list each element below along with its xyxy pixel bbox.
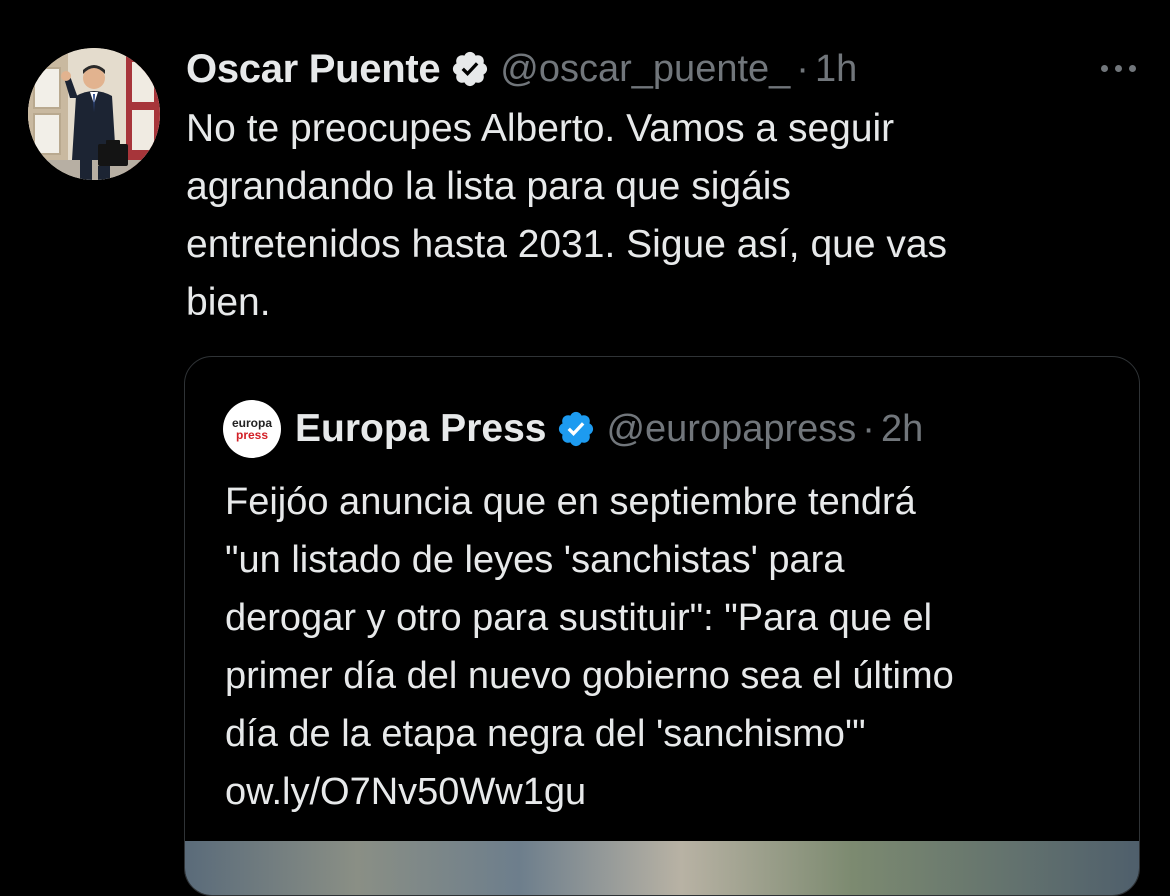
quoted-tweet-text: Feijóo anuncia que en septiembre tendrá … xyxy=(225,481,954,813)
more-dot xyxy=(1128,64,1136,72)
author-name[interactable]: Oscar Puente xyxy=(186,47,441,92)
tweet-timestamp[interactable]: 1h xyxy=(815,48,857,91)
quoted-tweet[interactable]: europa press Europa Press @europapress ·… xyxy=(184,356,1140,896)
more-dot xyxy=(1100,64,1108,72)
tweet-text: No te preocupes Alberto. Vamos a seguir … xyxy=(186,107,948,324)
quoted-tweet-header: europa press Europa Press @europapress ·… xyxy=(223,400,923,458)
author-avatar[interactable] xyxy=(28,48,160,180)
quoted-media-image[interactable] xyxy=(185,841,1139,895)
quoted-author-name[interactable]: Europa Press xyxy=(295,407,546,451)
separator-dot: · xyxy=(862,407,875,450)
tweet-header: Oscar Puente @oscar_puente_ · 1h xyxy=(186,44,857,94)
verified-badge-icon xyxy=(450,49,490,89)
europa-press-logo-icon[interactable]: europa press xyxy=(223,400,281,458)
quoted-author-handle[interactable]: @europapress xyxy=(606,408,856,451)
author-handle[interactable]: @oscar_puente_ xyxy=(500,48,790,91)
more-options-icon[interactable] xyxy=(1096,48,1140,88)
profile-photo xyxy=(28,48,160,180)
separator-dot: · xyxy=(796,47,809,90)
quoted-timestamp[interactable]: 2h xyxy=(881,408,923,451)
verified-badge-icon xyxy=(556,409,596,449)
avatar-logo-line2: press xyxy=(235,428,269,442)
more-dot xyxy=(1114,64,1122,72)
tweet[interactable]: Oscar Puente @oscar_puente_ · 1h No te p… xyxy=(0,0,1170,896)
